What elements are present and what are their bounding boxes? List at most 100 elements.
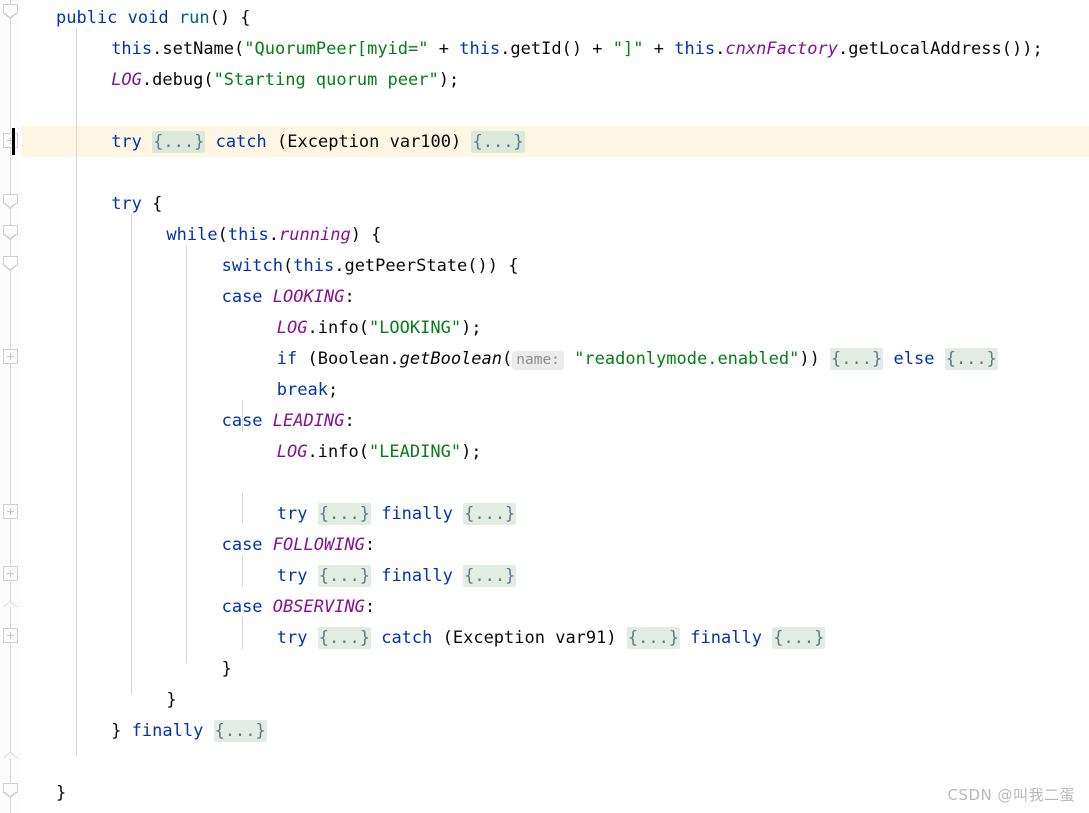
plain-token: .getId() + bbox=[500, 39, 613, 59]
plain-token: + bbox=[428, 39, 460, 59]
code-line[interactable]: case LEADING: bbox=[222, 406, 355, 437]
code-line[interactable]: try {...} finally {...} bbox=[277, 561, 517, 592]
folded-code-placeholder[interactable]: {...} bbox=[463, 565, 517, 587]
code-line[interactable]: this.setName("QuorumPeer[myid=" + this.g… bbox=[111, 34, 1043, 65]
string-literal-token: "QuorumPeer[myid=" bbox=[244, 39, 429, 59]
code-line[interactable]: break; bbox=[277, 375, 338, 406]
plain-token: : bbox=[364, 597, 376, 617]
keyword-token: this bbox=[459, 39, 501, 59]
keyword-token: while bbox=[166, 225, 218, 245]
folded-code-placeholder[interactable]: {...} bbox=[152, 131, 206, 153]
code-line[interactable]: LOG.debug("Starting quorum peer"); bbox=[111, 65, 459, 96]
plain-token: .debug( bbox=[141, 70, 214, 90]
plain-token: ); bbox=[461, 442, 482, 462]
code-editor[interactable]: public void run() {this.setName("QuorumP… bbox=[0, 0, 1089, 813]
keyword-token: try bbox=[111, 132, 142, 152]
string-literal-token: "readonlymode.enabled" bbox=[574, 349, 800, 369]
keyword-token: this bbox=[293, 256, 335, 276]
code-line[interactable]: LOG.info("LOOKING"); bbox=[277, 313, 482, 344]
folded-code-placeholder[interactable]: {...} bbox=[317, 565, 371, 587]
keyword-token: this bbox=[227, 225, 269, 245]
plain-token: : bbox=[344, 411, 355, 431]
folded-code-placeholder[interactable]: {...} bbox=[317, 503, 371, 525]
keyword-token: case bbox=[221, 287, 263, 307]
folded-code-placeholder[interactable]: {...} bbox=[213, 720, 267, 742]
keyword-token: catch bbox=[381, 628, 433, 648]
code-line[interactable]: case FOLLOWING: bbox=[222, 530, 376, 561]
code-line[interactable]: public void run() { bbox=[56, 3, 251, 34]
plain-token: ( bbox=[283, 256, 294, 276]
keyword-token: if bbox=[276, 349, 298, 369]
plain-token: } bbox=[221, 659, 232, 679]
code-line[interactable]: case OBSERVING: bbox=[222, 592, 376, 623]
keyword-token: finally bbox=[381, 504, 453, 524]
field-token: cnxnFactory bbox=[725, 39, 838, 59]
plain-token: ) { bbox=[350, 225, 382, 245]
field-token: FOLLOWING bbox=[272, 535, 365, 555]
code-line[interactable]: LOG.info("LEADING"); bbox=[277, 437, 482, 468]
folded-code-placeholder[interactable]: {...} bbox=[944, 348, 998, 370]
code-line[interactable]: try {...} catch (Exception var91) {...} … bbox=[277, 623, 826, 654]
code-line[interactable]: } finally {...} bbox=[111, 716, 267, 747]
field-token: LOOKING bbox=[272, 287, 345, 307]
plain-token: )) bbox=[799, 349, 831, 369]
plain-token: (Exception var100) bbox=[266, 132, 472, 152]
plain-token: : bbox=[364, 535, 376, 555]
plain-token: .setName( bbox=[152, 39, 245, 59]
keyword-token: finally bbox=[381, 566, 453, 586]
field-token: running bbox=[279, 225, 351, 245]
folded-code-placeholder[interactable]: {...} bbox=[626, 627, 681, 649]
folded-code-placeholder[interactable]: {...} bbox=[317, 627, 371, 649]
plain-token: ; bbox=[327, 380, 339, 400]
string-literal-token: "LEADING" bbox=[368, 442, 462, 462]
code-line[interactable]: case LOOKING: bbox=[222, 282, 355, 313]
keyword-token: switch bbox=[221, 256, 284, 276]
code-line[interactable]: } bbox=[222, 654, 232, 685]
folded-code-placeholder[interactable]: {...} bbox=[471, 131, 525, 153]
keyword-token: try bbox=[111, 194, 142, 214]
code-line[interactable]: try {...} catch (Exception var100) {...} bbox=[111, 127, 525, 158]
code-line[interactable]: try { bbox=[111, 189, 162, 220]
folded-code-placeholder[interactable]: {...} bbox=[772, 627, 826, 649]
plain-token: (Exception var91) bbox=[432, 628, 627, 648]
parameter-name-hint: name: bbox=[512, 351, 564, 370]
plain-token: . bbox=[715, 39, 726, 59]
method-name-token: run bbox=[178, 8, 210, 28]
plain-token: .info( bbox=[307, 318, 369, 338]
watermark-text: CSDN @叫我二蛋 bbox=[947, 786, 1075, 804]
folded-code-placeholder[interactable]: {...} bbox=[830, 348, 884, 370]
keyword-token: this bbox=[111, 39, 153, 59]
code-line[interactable]: } bbox=[56, 778, 66, 809]
plain-token: } bbox=[111, 721, 132, 741]
plain-token: . bbox=[268, 225, 280, 245]
code-line[interactable]: while(this.running) { bbox=[166, 220, 381, 251]
folded-code-placeholder[interactable]: {...} bbox=[463, 503, 517, 525]
static-method-token: getBoolean bbox=[399, 349, 502, 369]
code-line[interactable]: } bbox=[166, 685, 176, 716]
field-token: LOG bbox=[111, 70, 142, 90]
plain-token: .getPeerState()) { bbox=[334, 256, 519, 276]
plain-token: .getLocalAddress()); bbox=[838, 39, 1043, 59]
code-line[interactable]: try {...} finally {...} bbox=[277, 499, 517, 530]
plain-token: () { bbox=[209, 8, 251, 28]
keyword-token: case bbox=[221, 535, 263, 555]
code-line[interactable]: switch(this.getPeerState()) { bbox=[222, 251, 519, 282]
code-line[interactable]: if (Boolean.getBoolean(name: "readonlymo… bbox=[277, 344, 998, 375]
code-content[interactable]: public void run() {this.setName("QuorumP… bbox=[0, 0, 1089, 813]
keyword-token: public bbox=[56, 8, 118, 28]
